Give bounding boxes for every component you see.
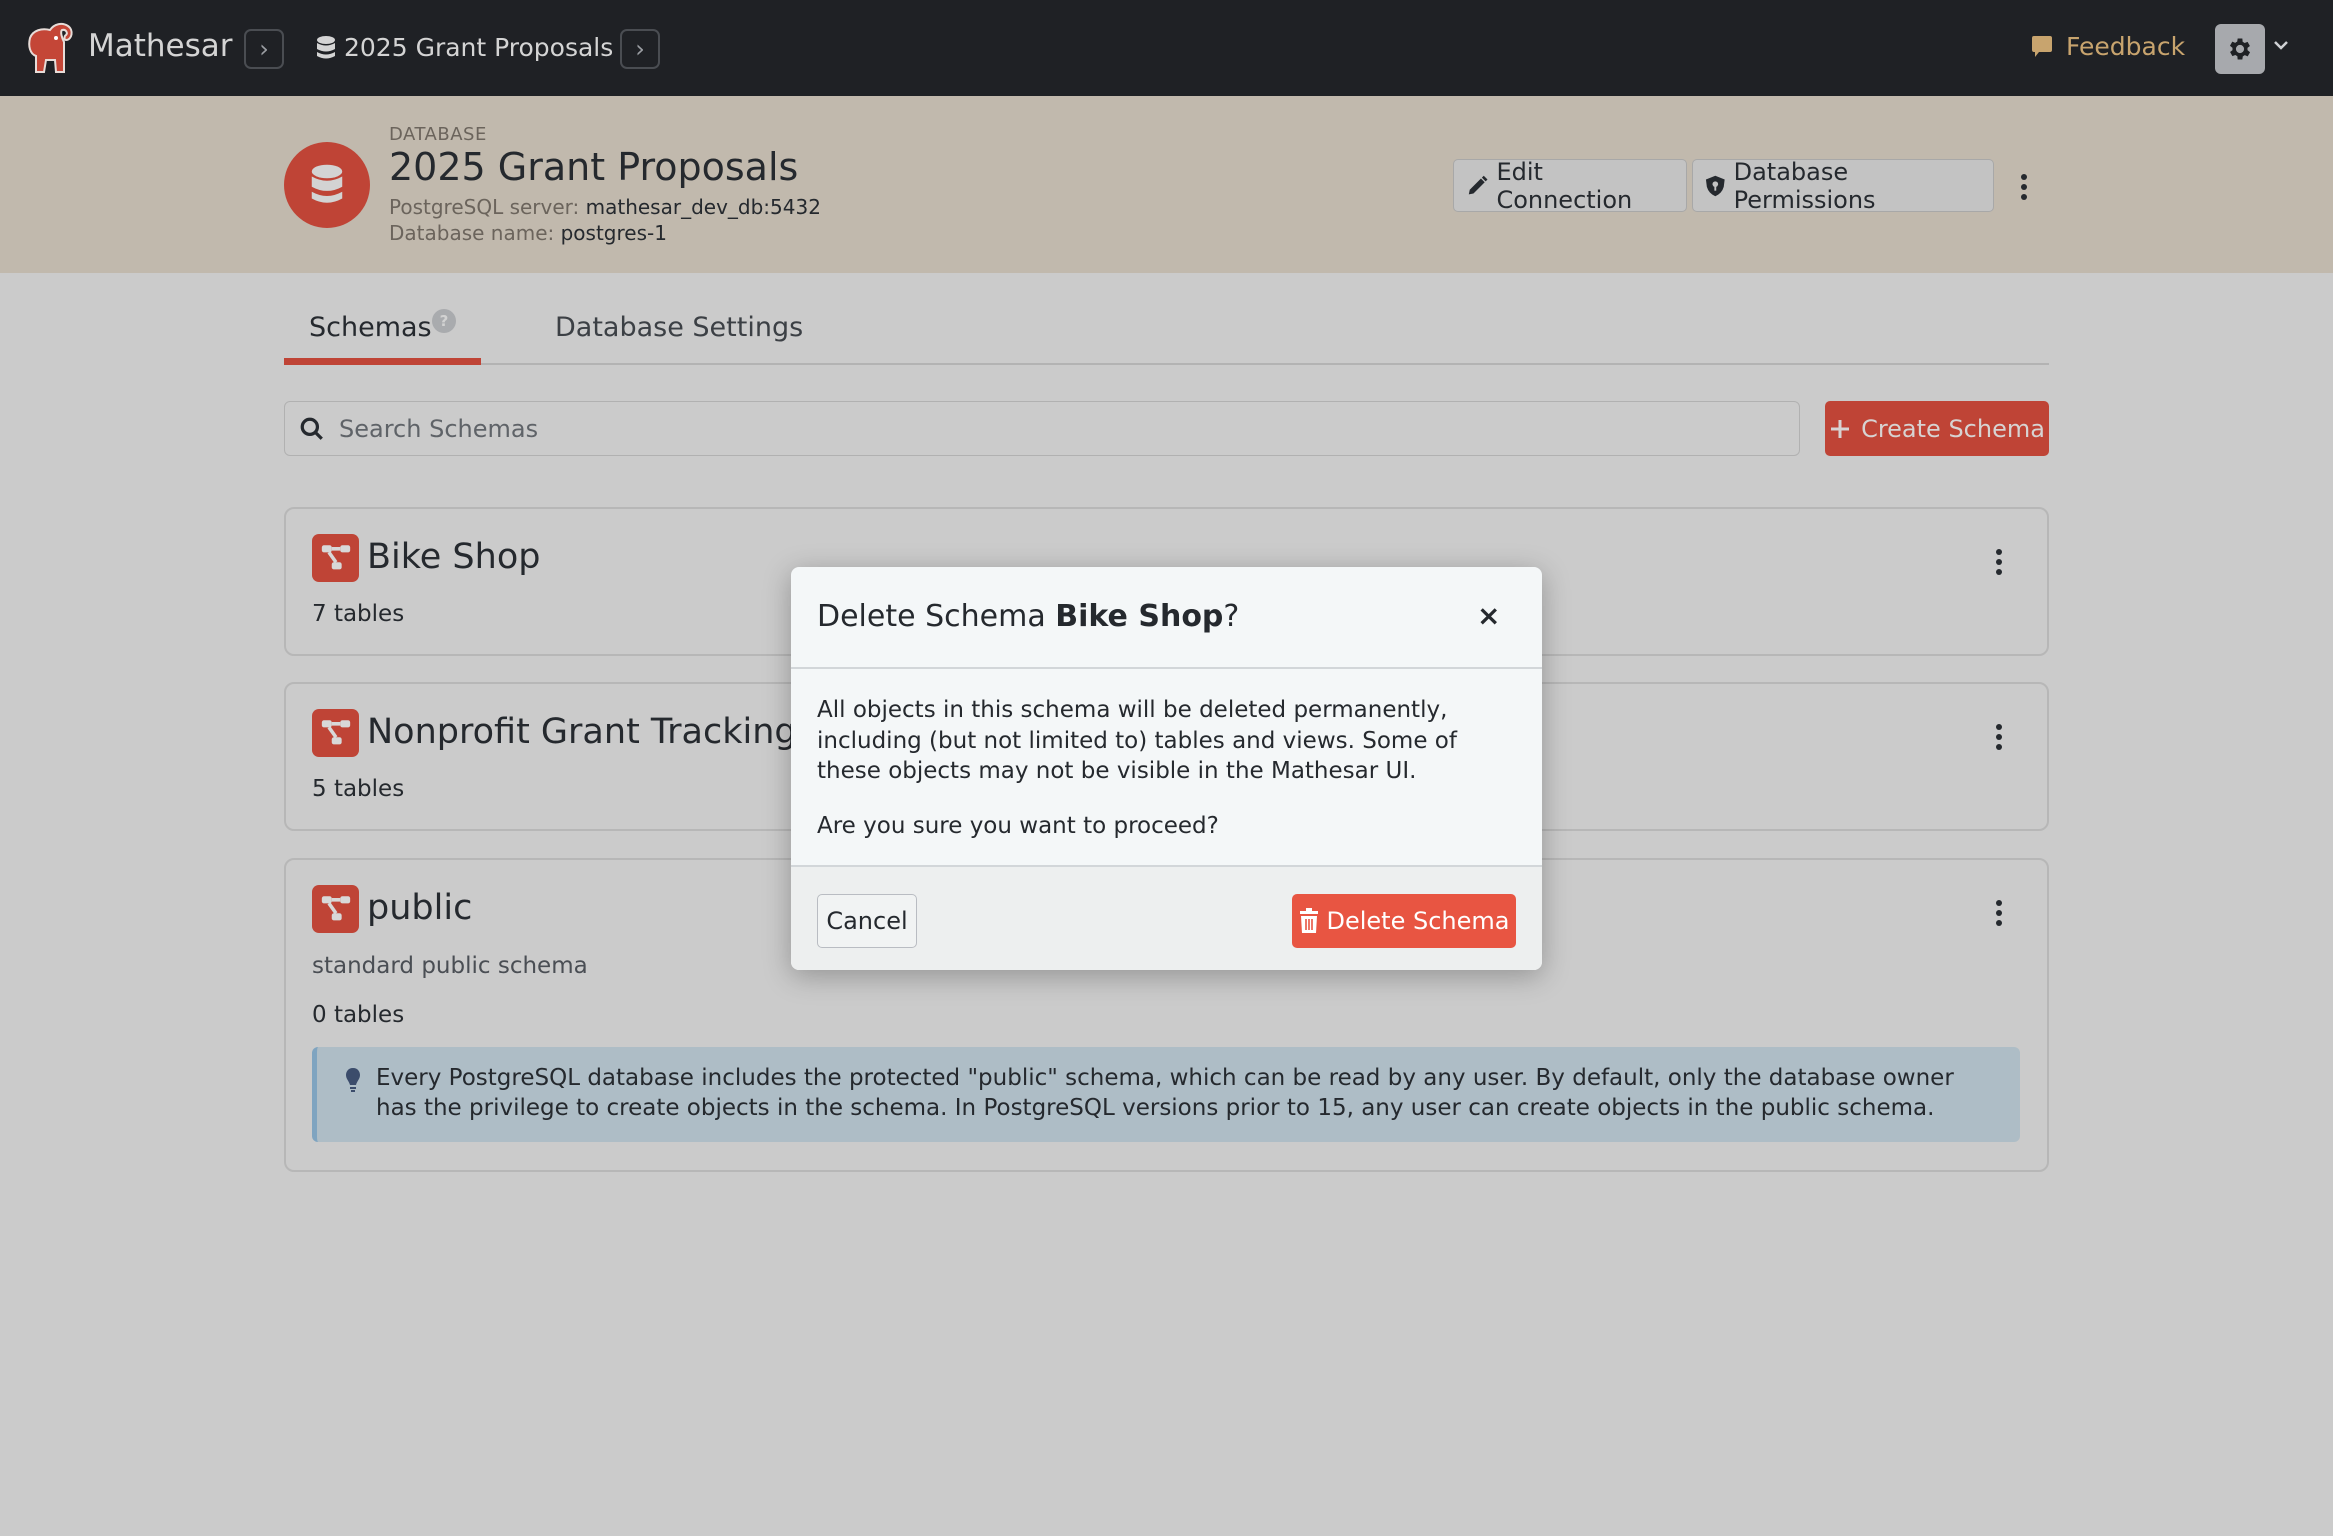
server-info: PostgreSQL server: mathesar_dev_db:5432 bbox=[389, 195, 821, 219]
schema-icon bbox=[312, 885, 359, 933]
schema-name[interactable]: Bike Shop bbox=[367, 537, 540, 577]
database-icon bbox=[311, 164, 343, 203]
gear-icon bbox=[2229, 38, 2251, 60]
public-schema-info-box: Every PostgreSQL database includes the p… bbox=[312, 1047, 2020, 1142]
search-schemas-input[interactable] bbox=[339, 414, 1739, 443]
create-schema-label: Create Schema bbox=[1861, 414, 2045, 443]
database-name-info: Database name: postgres-1 bbox=[389, 221, 667, 245]
app-name[interactable]: Mathesar bbox=[88, 28, 233, 64]
schema-name[interactable]: Nonprofit Grant Tracking bbox=[367, 712, 797, 752]
search-schemas-field[interactable] bbox=[284, 401, 1800, 456]
database-permissions-label: Database Permissions bbox=[1733, 157, 1876, 214]
schema-description: standard public schema bbox=[312, 953, 588, 979]
delete-schema-label: Delete Schema bbox=[1326, 907, 1510, 935]
edit-connection-button[interactable]: Edit Connection bbox=[1453, 157, 1687, 214]
breadcrumb-chevron-button-2[interactable]: › bbox=[620, 29, 660, 69]
close-icon[interactable]: × bbox=[1477, 599, 1500, 632]
feedback-button[interactable]: Feedback bbox=[2030, 32, 2185, 61]
trash-icon bbox=[1299, 908, 1318, 933]
tab-database-settings[interactable]: Database Settings bbox=[555, 312, 803, 343]
database-name-label: Database name: bbox=[389, 221, 555, 245]
lightbulb-icon bbox=[346, 1068, 360, 1092]
dialog-body: All objects in this schema will be delet… bbox=[817, 695, 1517, 841]
search-icon bbox=[300, 417, 323, 440]
schema-more-menu-button[interactable] bbox=[1996, 724, 2002, 750]
schema-icon bbox=[312, 534, 359, 582]
schema-table-count: 5 tables bbox=[312, 776, 405, 802]
dialog-footer: Cancel Delete Schema bbox=[791, 865, 1542, 970]
feedback-label: Feedback bbox=[2066, 32, 2186, 61]
schema-more-menu-button[interactable] bbox=[1996, 549, 2002, 575]
info-text: Every PostgreSQL database includes the p… bbox=[376, 1065, 1954, 1121]
database-title: 2025 Grant Proposals bbox=[389, 145, 799, 189]
mathesar-logo-icon[interactable] bbox=[22, 20, 76, 76]
plus-icon bbox=[1831, 419, 1850, 438]
breadcrumb-database-label: 2025 Grant Proposals bbox=[344, 33, 614, 62]
delete-schema-dialog: Delete Schema Bike Shop? × All objects i… bbox=[791, 567, 1542, 970]
database-more-menu-button[interactable] bbox=[2021, 174, 2027, 200]
server-label: PostgreSQL server: bbox=[389, 195, 580, 219]
dialog-warning-text: All objects in this schema will be delet… bbox=[817, 697, 1457, 784]
tab-schemas[interactable]: Schemas bbox=[309, 312, 432, 343]
database-name-value: postgres-1 bbox=[560, 221, 667, 245]
tabs-divider bbox=[284, 363, 2049, 365]
dialog-title-prefix: Delete Schema bbox=[817, 599, 1056, 634]
top-navigation-bar: Mathesar › 2025 Grant Proposals › Feedba… bbox=[0, 0, 2333, 96]
schema-icon bbox=[312, 709, 359, 757]
schema-name[interactable]: public bbox=[367, 888, 472, 928]
server-value: mathesar_dev_db:5432 bbox=[585, 195, 821, 219]
dialog-confirm-question: Are you sure you want to proceed? bbox=[817, 812, 1219, 839]
delete-schema-button[interactable]: Delete Schema bbox=[1292, 894, 1516, 948]
comment-icon bbox=[2032, 35, 2052, 57]
breadcrumb-chevron-button[interactable]: › bbox=[244, 29, 284, 69]
breadcrumb-database[interactable]: 2025 Grant Proposals bbox=[316, 33, 613, 62]
schema-table-count: 7 tables bbox=[312, 601, 405, 627]
create-schema-button[interactable]: Create Schema bbox=[1825, 401, 2049, 456]
dialog-title-schema-name: Bike Shop bbox=[1055, 599, 1224, 634]
chevron-down-icon[interactable] bbox=[2272, 36, 2290, 54]
dialog-divider bbox=[791, 667, 1542, 669]
database-label: DATABASE bbox=[389, 124, 487, 145]
help-icon[interactable]: ? bbox=[432, 309, 456, 333]
dialog-title-suffix: ? bbox=[1223, 599, 1240, 634]
edit-connection-label: Edit Connection bbox=[1496, 157, 1633, 214]
database-icon bbox=[317, 35, 335, 58]
dialog-title: Delete Schema Bike Shop? bbox=[817, 599, 1239, 634]
schema-table-count: 0 tables bbox=[312, 1002, 405, 1028]
database-avatar bbox=[284, 142, 370, 228]
active-tab-indicator bbox=[284, 358, 481, 365]
database-permissions-button[interactable]: Database Permissions bbox=[1692, 157, 1994, 214]
shield-icon bbox=[1705, 175, 1725, 196]
chevron-right-icon: › bbox=[259, 35, 269, 63]
cancel-button[interactable]: Cancel bbox=[817, 894, 917, 948]
schema-more-menu-button[interactable] bbox=[1996, 900, 2002, 926]
chevron-right-icon: › bbox=[635, 35, 645, 63]
settings-button[interactable] bbox=[2215, 24, 2265, 74]
pencil-icon bbox=[1468, 175, 1488, 194]
